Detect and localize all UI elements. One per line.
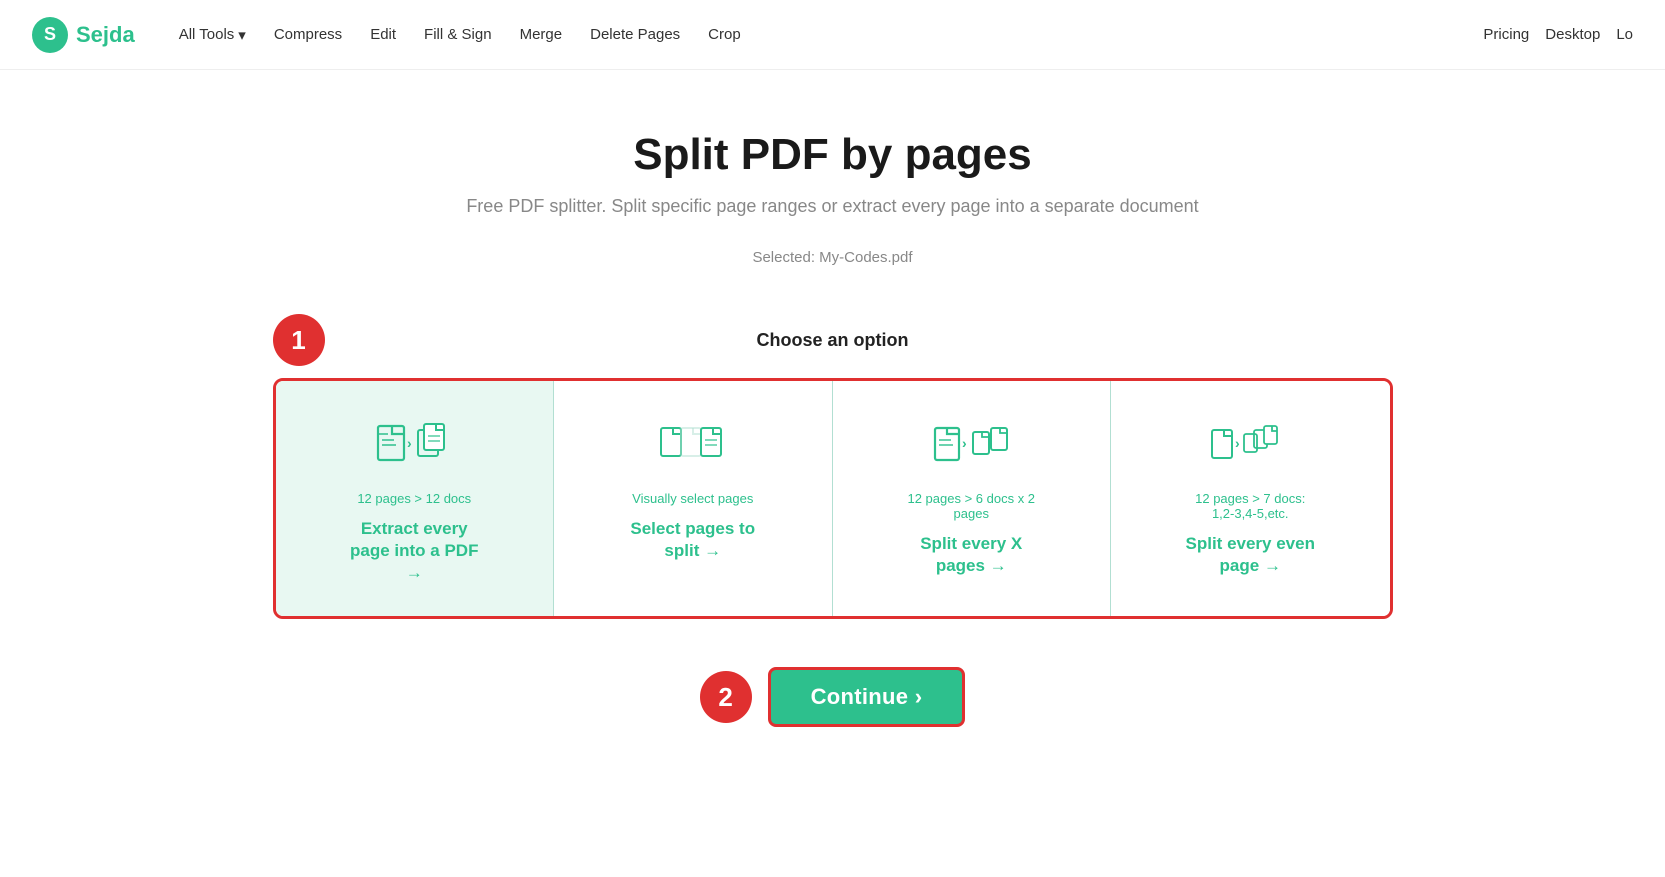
- nav-links: All Tools ▾ Compress Edit Fill & Sign Me…: [167, 18, 1484, 52]
- edit-link[interactable]: Edit: [358, 18, 408, 51]
- option-1-pages: 12 pages > 12 docs: [357, 491, 471, 506]
- select-pages-icon: [653, 417, 733, 477]
- dropdown-arrow: ▾: [238, 26, 246, 44]
- svg-text:›: ›: [407, 435, 412, 451]
- logo[interactable]: S Sejda: [32, 17, 135, 53]
- continue-section: 2 Continue ›: [273, 667, 1393, 727]
- split-even-icon: ›: [1210, 417, 1290, 477]
- desktop-link[interactable]: Desktop: [1545, 26, 1600, 43]
- selected-file: Selected: My-Codes.pdf: [273, 249, 1393, 266]
- option-extract-every[interactable]: › 12 pages > 12 docs Extract everypage i…: [276, 381, 555, 616]
- pricing-link[interactable]: Pricing: [1483, 26, 1529, 43]
- compress-link[interactable]: Compress: [262, 18, 354, 51]
- option-split-x[interactable]: › 12 pages > 6 docs x 2pages Split every…: [833, 381, 1112, 616]
- option-4-action: Split every evenpage →: [1186, 533, 1315, 577]
- nav-right: Pricing Desktop Lo: [1483, 26, 1633, 43]
- svg-text:›: ›: [962, 435, 967, 451]
- delete-pages-link[interactable]: Delete Pages: [578, 18, 692, 51]
- logo-letter: S: [44, 24, 56, 45]
- all-tools-label: All Tools: [179, 26, 235, 43]
- main-content: Split PDF by pages Free PDF splitter. Sp…: [233, 70, 1433, 807]
- login-link[interactable]: Lo: [1616, 26, 1633, 43]
- option-3-action: Split every Xpages →: [920, 533, 1022, 577]
- extract-every-icon: ›: [374, 417, 454, 477]
- merge-link[interactable]: Merge: [508, 18, 575, 51]
- logo-text: Sejda: [76, 22, 135, 48]
- logo-icon: S: [32, 17, 68, 53]
- page-subtitle: Free PDF splitter. Split specific page r…: [273, 196, 1393, 217]
- fill-sign-link[interactable]: Fill & Sign: [412, 18, 504, 51]
- split-x-icon: ›: [931, 417, 1011, 477]
- crop-link[interactable]: Crop: [696, 18, 753, 51]
- option-3-pages: 12 pages > 6 docs x 2pages: [907, 491, 1035, 521]
- option-1-action: Extract everypage into a PDF→: [350, 518, 478, 584]
- step-2-badge: 2: [700, 671, 752, 723]
- option-4-pages: 12 pages > 7 docs:1,2-3,4-5,etc.: [1195, 491, 1305, 521]
- option-2-pages: Visually select pages: [632, 491, 753, 506]
- navbar: S Sejda All Tools ▾ Compress Edit Fill &…: [0, 0, 1665, 70]
- choose-label: Choose an option: [757, 330, 909, 351]
- svg-text:›: ›: [1235, 435, 1240, 451]
- all-tools-link[interactable]: All Tools ▾: [167, 18, 258, 52]
- page-title: Split PDF by pages: [273, 130, 1393, 180]
- option-select-pages[interactable]: Visually select pages Select pages tospl…: [554, 381, 833, 616]
- options-container: › 12 pages > 12 docs Extract everypage i…: [273, 378, 1393, 619]
- continue-button[interactable]: Continue ›: [768, 667, 966, 727]
- option-2-action: Select pages tosplit →: [630, 518, 755, 562]
- step-1-badge: 1: [273, 314, 325, 366]
- option-split-even[interactable]: › 12 pages > 7 docs:1,2-3,4-5,etc. Split…: [1111, 381, 1390, 616]
